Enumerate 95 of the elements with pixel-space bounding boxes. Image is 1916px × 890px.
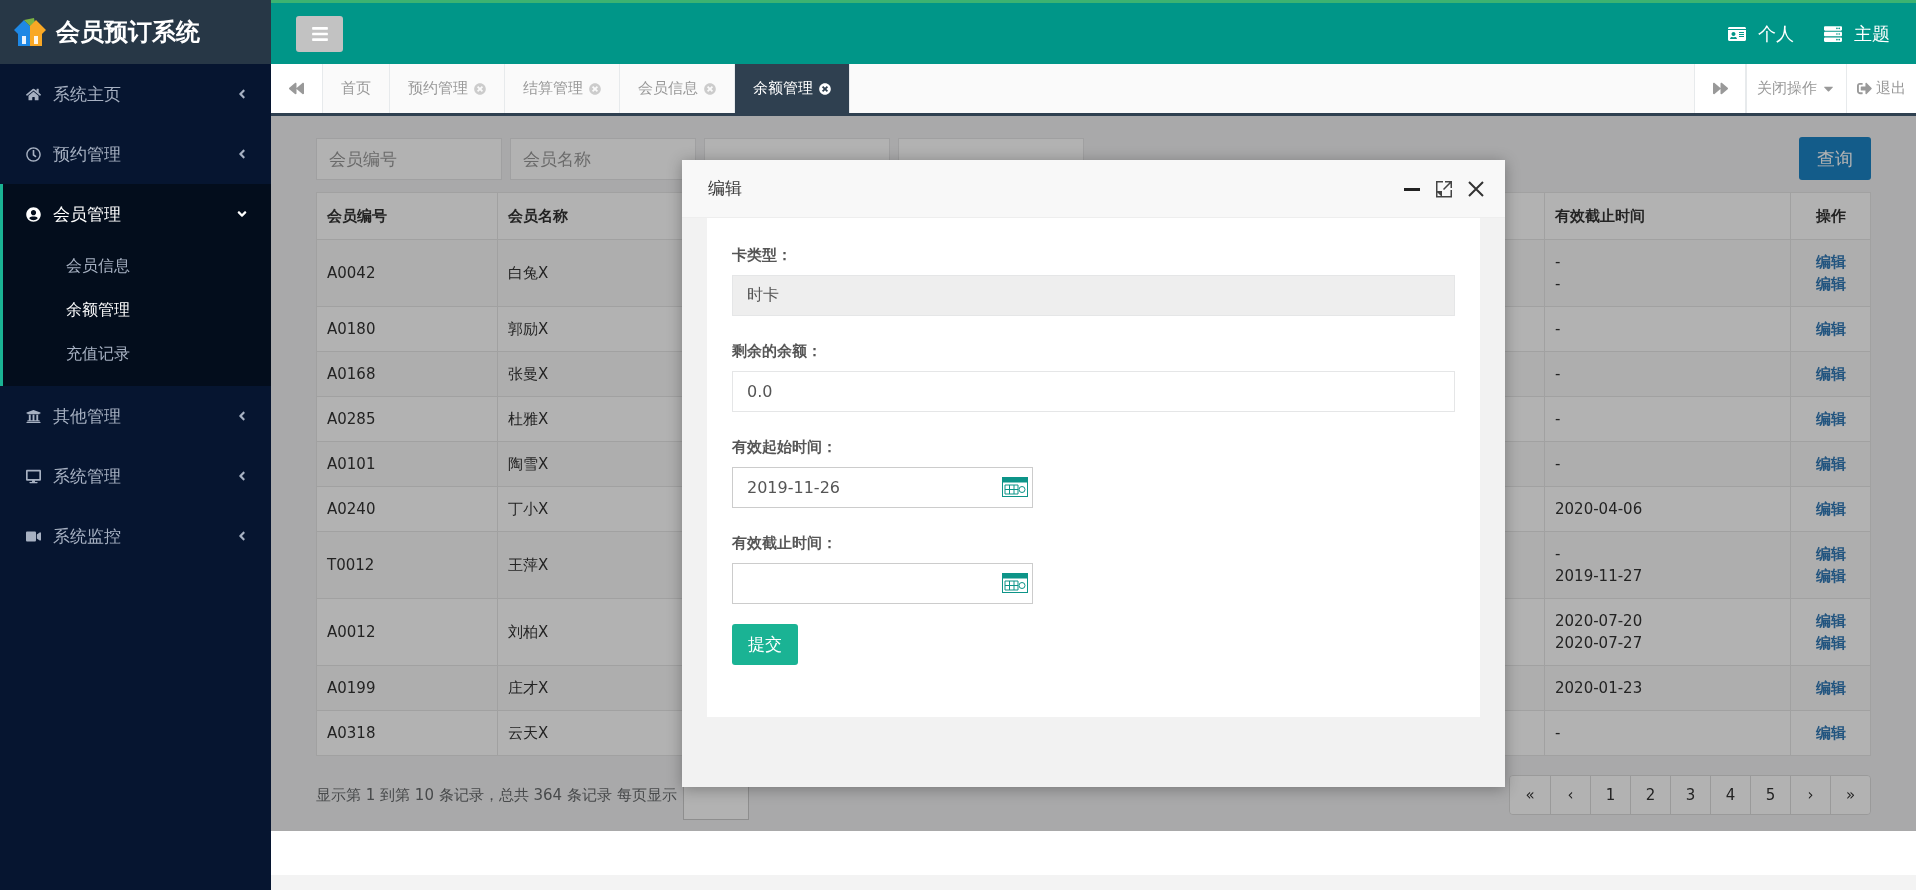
date-text: 2019-11-27 bbox=[1555, 566, 1643, 587]
calendar-icon[interactable] bbox=[1002, 573, 1028, 593]
query-button[interactable]: 查询 bbox=[1799, 137, 1871, 180]
scroll-left-button[interactable] bbox=[271, 64, 323, 113]
page-button[interactable]: › bbox=[1790, 776, 1830, 814]
close-icon[interactable] bbox=[1467, 179, 1485, 198]
menu-toggle-button[interactable] bbox=[296, 15, 343, 52]
calendar-icon[interactable] bbox=[1002, 477, 1028, 497]
column-header: 会员编号 bbox=[326, 206, 388, 227]
date-text: - bbox=[1555, 454, 1561, 475]
submit-button[interactable]: 提交 bbox=[732, 624, 798, 665]
bank-icon bbox=[26, 408, 41, 424]
page-button[interactable]: ‹ bbox=[1550, 776, 1590, 814]
edit-link[interactable]: 编辑 bbox=[1815, 363, 1846, 385]
date-text: 2020-07-27 bbox=[1555, 633, 1643, 654]
header-link-label: 主题 bbox=[1854, 21, 1890, 46]
sidebar-item[interactable]: 系统主页 bbox=[0, 64, 271, 124]
sidebar-item[interactable]: 会员管理 bbox=[3, 184, 271, 244]
monitor-icon bbox=[26, 468, 41, 484]
table-cell-text: T0012 bbox=[326, 555, 376, 576]
edit-link[interactable]: 编辑 bbox=[1815, 318, 1846, 340]
page-button[interactable]: 5 bbox=[1750, 776, 1790, 814]
clock-icon bbox=[26, 146, 41, 162]
sidebar-item[interactable]: 系统管理 bbox=[0, 446, 271, 506]
table-cell-text: A0101 bbox=[326, 454, 377, 475]
scroll-right-button[interactable] bbox=[1694, 64, 1746, 113]
page-tab[interactable]: 预约管理 bbox=[390, 64, 505, 113]
app-title: 会员预订系统 bbox=[56, 17, 200, 48]
edit-link[interactable]: 编辑 bbox=[1815, 632, 1846, 654]
menu-icon bbox=[310, 24, 329, 43]
date-field[interactable] bbox=[732, 563, 1033, 604]
search-field[interactable]: 会员名称 bbox=[510, 137, 696, 180]
date-text: - bbox=[1555, 364, 1561, 385]
search-field[interactable]: 会员编号 bbox=[316, 137, 502, 180]
table-cell-text: A0318 bbox=[326, 723, 377, 744]
double-left-icon bbox=[289, 81, 304, 96]
edit-link[interactable]: 编辑 bbox=[1815, 565, 1846, 587]
date-text: - bbox=[1555, 274, 1561, 295]
edit-link[interactable]: 编辑 bbox=[1815, 498, 1846, 520]
sidebar-subitem[interactable]: 会员信息 bbox=[3, 244, 271, 288]
edit-link[interactable]: 编辑 bbox=[1815, 610, 1846, 632]
date-text: - bbox=[1555, 544, 1561, 565]
date-text: - bbox=[1555, 723, 1561, 744]
edit-link[interactable]: 编辑 bbox=[1815, 543, 1846, 565]
page-button[interactable]: 3 bbox=[1670, 776, 1710, 814]
date-text: - bbox=[1555, 409, 1561, 430]
date-field[interactable]: 2019-11-26 bbox=[732, 467, 1033, 508]
table-cell-text: A0168 bbox=[326, 364, 377, 385]
page-tab[interactable]: 首页 bbox=[323, 64, 390, 113]
input-field[interactable]: 0.0 bbox=[732, 371, 1455, 412]
close-menu-button[interactable]: 关闭操作 bbox=[1746, 64, 1846, 113]
date-text: - bbox=[1555, 252, 1561, 273]
date-text: - bbox=[1555, 319, 1561, 340]
logout-icon bbox=[1857, 81, 1872, 96]
sidebar-subitem[interactable]: 余额管理 bbox=[3, 288, 271, 332]
edit-link[interactable]: 编辑 bbox=[1815, 273, 1846, 295]
house-logo-icon bbox=[12, 16, 48, 48]
id-card-icon bbox=[1728, 24, 1746, 43]
home-icon bbox=[26, 86, 41, 102]
page-button[interactable]: 4 bbox=[1710, 776, 1750, 814]
pagination-summary: 显示第 1 到第 10 条记录，总共 364 条记录 每页显示 bbox=[316, 785, 677, 805]
table-cell-text: A0285 bbox=[326, 409, 377, 430]
page-button[interactable]: 1 bbox=[1590, 776, 1630, 814]
date-text: 2020-07-20 bbox=[1555, 611, 1643, 632]
page-button[interactable]: » bbox=[1830, 776, 1870, 814]
edit-link[interactable]: 编辑 bbox=[1815, 722, 1846, 744]
field-label: 卡类型： bbox=[732, 246, 793, 265]
field-label: 有效截止时间： bbox=[732, 534, 838, 553]
edit-link[interactable]: 编辑 bbox=[1815, 677, 1846, 699]
sidebar-item[interactable]: 预约管理 bbox=[0, 124, 271, 184]
table-cell-text: A0240 bbox=[326, 499, 377, 520]
page-button[interactable]: 2 bbox=[1630, 776, 1670, 814]
sidebar-item[interactable]: 其他管理 bbox=[0, 386, 271, 446]
edit-link[interactable]: 编辑 bbox=[1815, 251, 1846, 273]
list-icon bbox=[1824, 24, 1842, 43]
header-link[interactable]: 个人 bbox=[1728, 21, 1794, 46]
page-tab[interactable]: 余额管理 bbox=[735, 64, 850, 113]
double-right-icon bbox=[1712, 81, 1728, 96]
close-icon[interactable] bbox=[819, 82, 831, 95]
table-cell-text: A0180 bbox=[326, 319, 377, 340]
page-tab[interactable]: 结算管理 bbox=[505, 64, 620, 113]
header-link-label: 个人 bbox=[1758, 21, 1794, 46]
table-cell-text: A0199 bbox=[326, 678, 377, 699]
logout-button[interactable]: 退出 bbox=[1846, 64, 1916, 113]
page-button[interactable]: « bbox=[1510, 776, 1550, 814]
edit-link[interactable]: 编辑 bbox=[1815, 453, 1846, 475]
table-cell-text: A0042 bbox=[326, 263, 377, 284]
header-link[interactable]: 主题 bbox=[1824, 21, 1890, 46]
date-text: 2020-01-23 bbox=[1555, 678, 1643, 699]
date-text: 2020-04-06 bbox=[1555, 499, 1643, 520]
sidebar-subitem[interactable]: 充值记录 bbox=[3, 332, 271, 376]
edit-link[interactable]: 编辑 bbox=[1815, 408, 1846, 430]
maximize-icon[interactable] bbox=[1435, 179, 1453, 198]
sidebar-item[interactable]: 系统监控 bbox=[0, 506, 271, 566]
table-cell-text: A0012 bbox=[326, 622, 377, 643]
